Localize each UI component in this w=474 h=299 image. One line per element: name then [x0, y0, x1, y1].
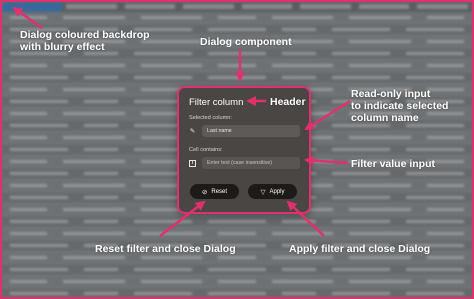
callout-backdrop-line2: with blurry effect	[20, 41, 105, 53]
apply-button-label: Apply	[269, 188, 285, 195]
screenshot-frame: Dialog coloured backdrop with blurry eff…	[0, 0, 474, 299]
cell-contains-input[interactable]	[202, 157, 300, 169]
callout-apply: Apply filter and close Dialog	[289, 243, 431, 255]
filter-off-icon: ⊘	[201, 188, 208, 196]
callout-readonly-line3: column name	[351, 112, 419, 124]
callout-readonly-input: Read-only input to indicate selected col…	[351, 88, 448, 124]
column-select-icon: ✎	[189, 128, 196, 135]
table-header	[2, 2, 472, 12]
selected-column-label: Selected column:	[189, 115, 232, 121]
dialog-title: Filter column	[189, 97, 244, 108]
callout-header: Header	[270, 96, 306, 108]
callout-filter-value: Filter value input	[351, 158, 436, 170]
callout-dialog-component: Dialog component	[200, 36, 292, 48]
apply-button[interactable]: ▽ Apply	[248, 184, 297, 199]
callout-backdrop-line1: Dialog coloured backdrop	[20, 29, 150, 41]
selected-column-field	[202, 125, 300, 137]
callout-readonly-line1: Read-only input	[351, 88, 431, 100]
text-field-icon: T	[189, 160, 196, 167]
reset-button-label: Reset	[211, 188, 228, 195]
reset-button[interactable]: ⊘ Reset	[190, 184, 239, 199]
callout-reset: Reset filter and close Dialog	[95, 243, 236, 255]
callout-backdrop: Dialog coloured backdrop with blurry eff…	[20, 29, 150, 53]
cell-contains-label: Cell contains:	[189, 147, 223, 153]
filter-dialog: Filter column Header Selected column: ✎ …	[177, 86, 311, 214]
callout-readonly-line2: to indicate selected	[351, 100, 449, 112]
filter-icon: ▽	[260, 188, 266, 196]
